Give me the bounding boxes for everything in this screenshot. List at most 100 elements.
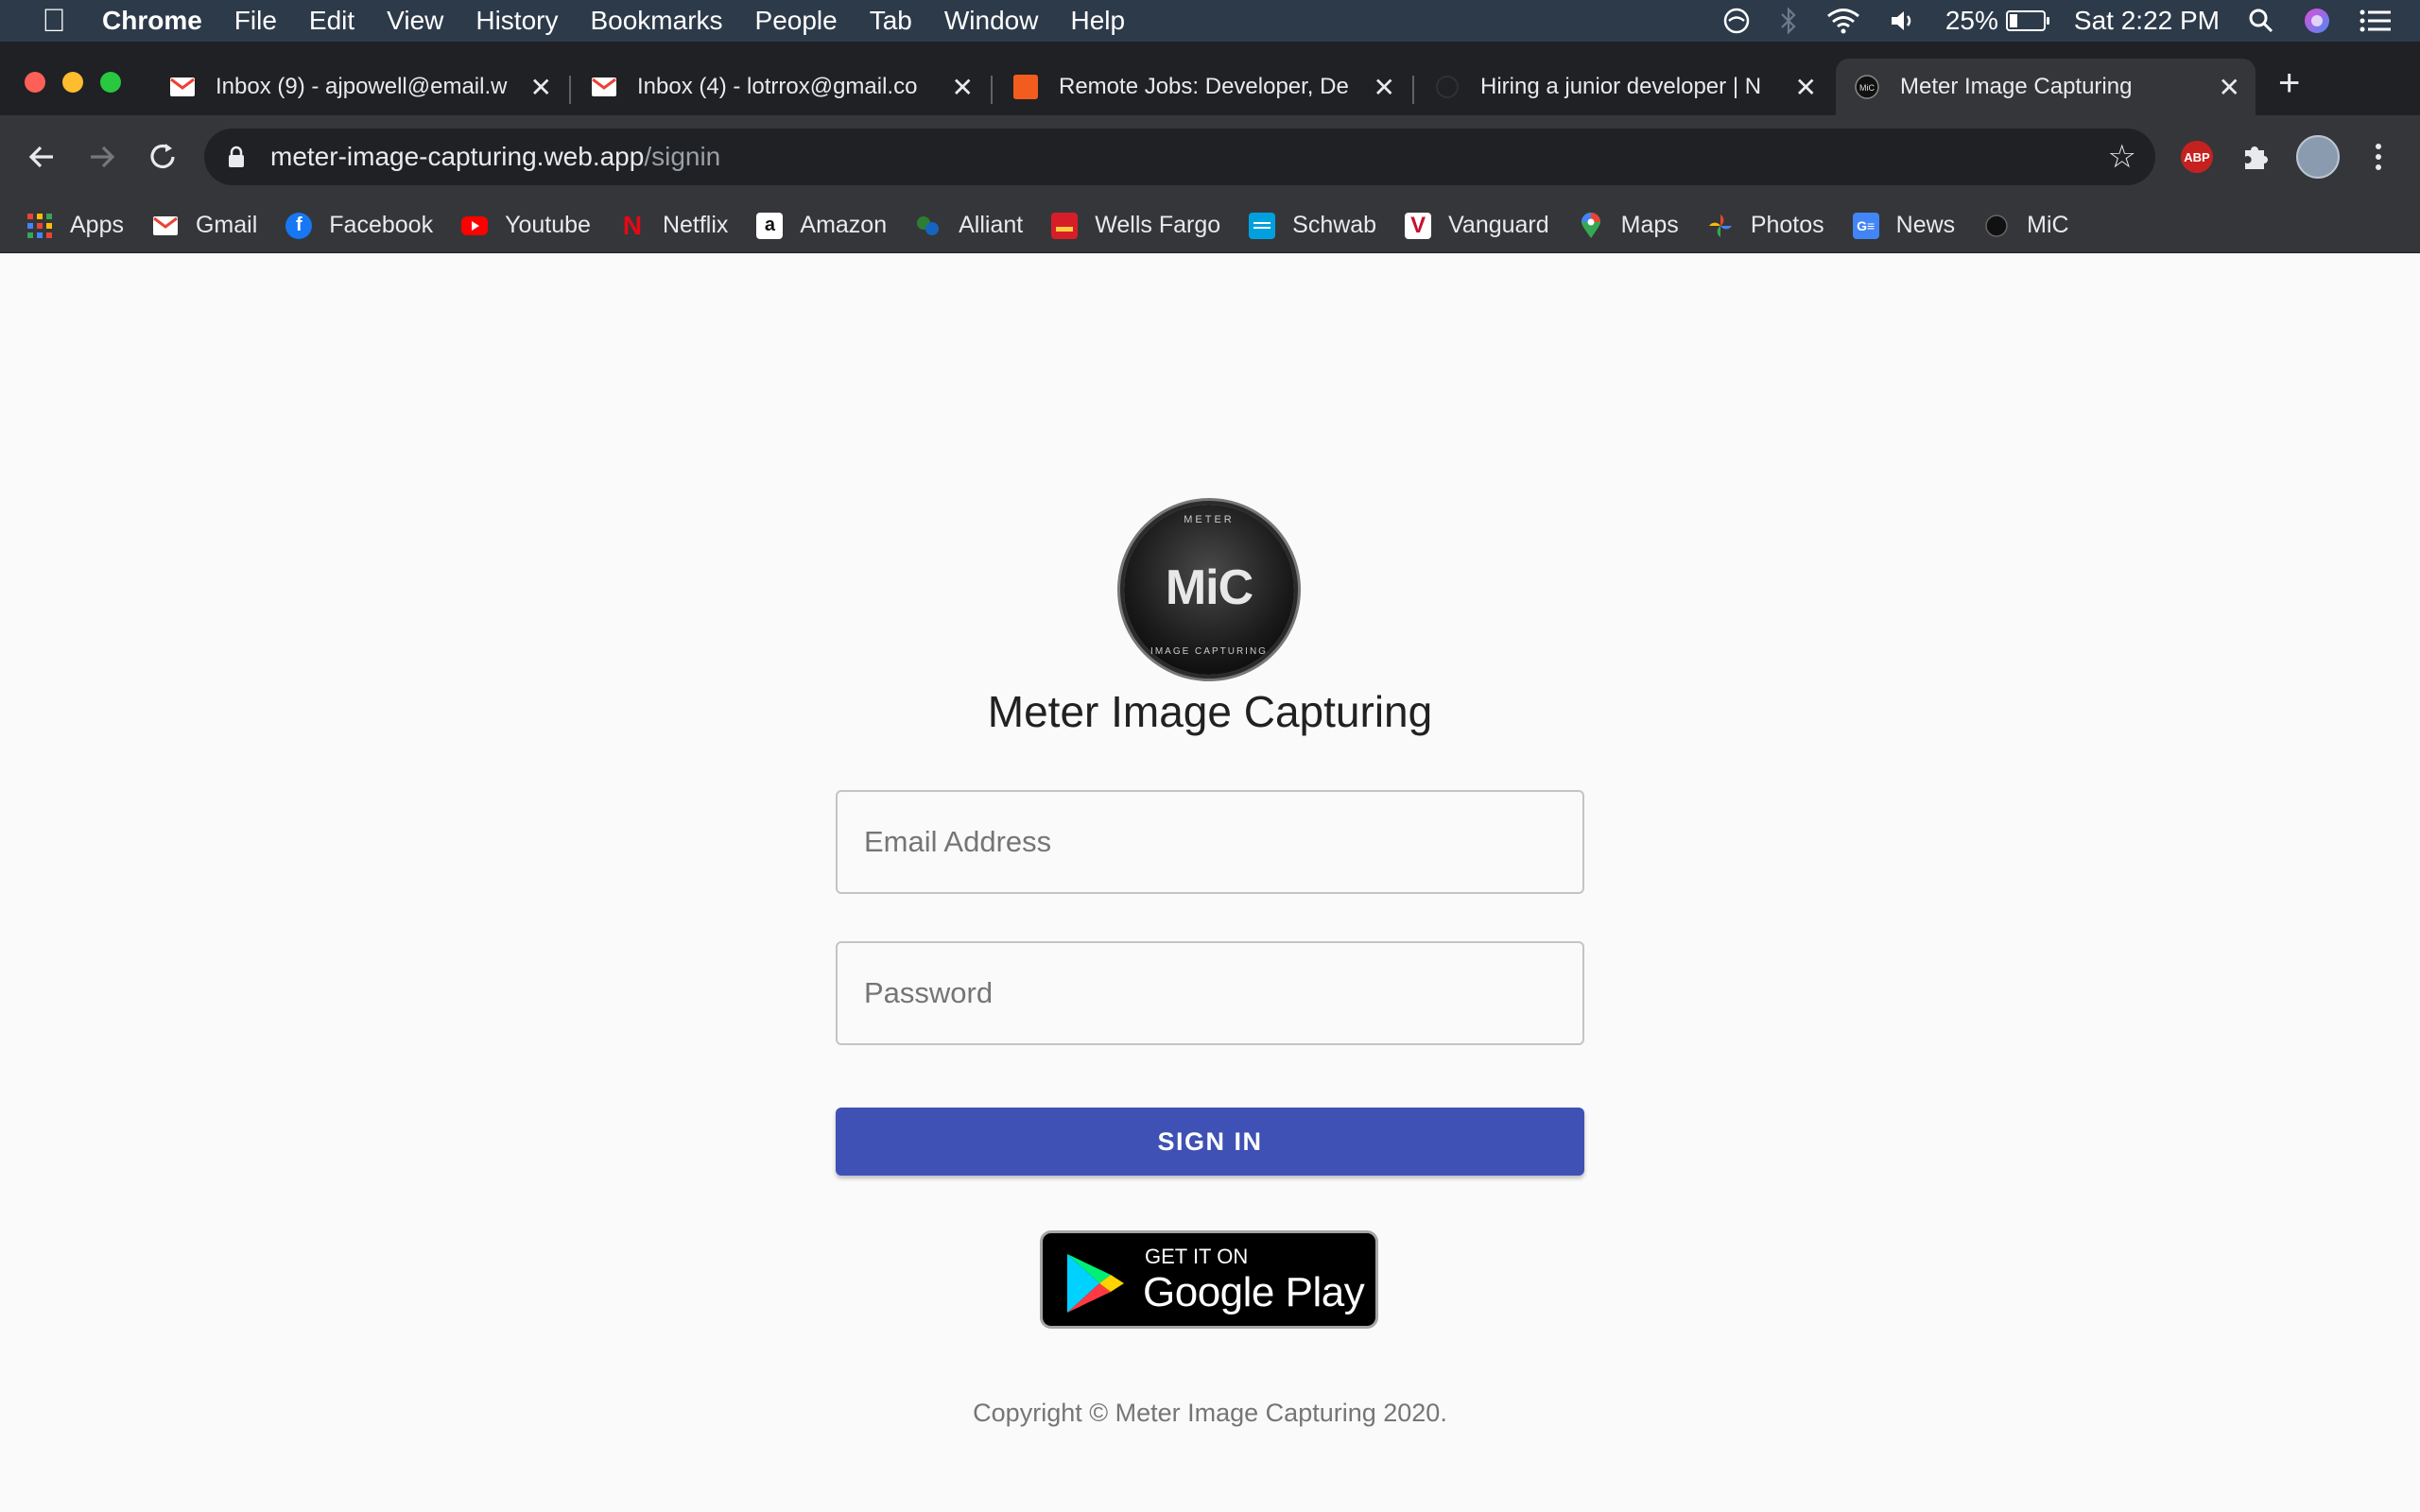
tab-remote-jobs[interactable]: Remote Jobs: Developer, De ✕ xyxy=(994,59,1410,115)
battery-percent: 25% xyxy=(1945,6,1998,35)
bookmark-youtube[interactable]: Youtube xyxy=(461,212,591,239)
bookmark-label: Netflix xyxy=(662,212,729,238)
volume-icon[interactable] xyxy=(1889,8,1917,34)
hiring-icon xyxy=(1435,75,1460,99)
extensions-button[interactable] xyxy=(2227,129,2284,185)
bookmark-facebook[interactable]: f Facebook xyxy=(285,212,433,239)
bookmark-star-icon[interactable]: ☆ xyxy=(2108,138,2136,176)
netflix-icon: N xyxy=(622,210,643,240)
password-field[interactable] xyxy=(836,941,1584,1045)
forward-button[interactable] xyxy=(74,129,130,185)
bookmark-gmail[interactable]: Gmail xyxy=(152,212,257,239)
gmail-icon xyxy=(592,75,616,99)
menu-history[interactable]: History xyxy=(475,6,558,36)
tab-title: Remote Jobs: Developer, De xyxy=(1059,74,1349,99)
new-tab-button[interactable]: + xyxy=(2278,62,2300,105)
tab-close-icon[interactable]: ✕ xyxy=(1795,72,1817,103)
menu-tab[interactable]: Tab xyxy=(870,6,912,36)
menu-people[interactable]: People xyxy=(755,6,838,36)
bookmark-maps[interactable]: Maps xyxy=(1578,212,1679,239)
tab-hiring-junior-developer[interactable]: Hiring a junior developer | N ✕ xyxy=(1416,59,1832,115)
tab-separator xyxy=(569,76,571,104)
tab-close-icon[interactable]: ✕ xyxy=(530,72,552,103)
logo-ring-top-text: METER xyxy=(1184,514,1235,525)
battery-status[interactable]: 25% xyxy=(1945,6,2049,36)
sync-status-icon[interactable] xyxy=(1722,7,1751,35)
bookmark-label: Facebook xyxy=(329,212,434,238)
battery-icon xyxy=(2005,10,2049,31)
wifi-icon[interactable] xyxy=(1826,8,1860,34)
bookmark-schwab[interactable]: Schwab xyxy=(1249,212,1376,239)
url-host: meter-image-capturing.web.app xyxy=(270,142,645,171)
bookmark-label: Maps xyxy=(1620,212,1679,238)
menu-window[interactable]: Window xyxy=(944,6,1039,36)
bookmark-label: Wells Fargo xyxy=(1095,212,1221,238)
vanguard-icon: V xyxy=(1405,212,1432,239)
sign-in-button[interactable]: SIGN IN xyxy=(836,1108,1584,1176)
menu-app-name[interactable]: Chrome xyxy=(102,6,202,36)
bookmark-mic[interactable]: MiC xyxy=(1983,212,2069,239)
menu-file[interactable]: File xyxy=(234,6,277,36)
bookmark-label: News xyxy=(1895,212,1956,238)
menu-help[interactable]: Help xyxy=(1070,6,1125,36)
bookmark-wells-fargo[interactable]: Wells Fargo xyxy=(1051,212,1220,239)
logo-ring-bottom-text: IMAGE CAPTURING xyxy=(1150,646,1268,657)
notification-center-icon[interactable] xyxy=(2360,9,2392,33)
close-window-button[interactable] xyxy=(25,72,45,93)
bookmark-photos[interactable]: Photos xyxy=(1707,212,1824,239)
logo-text: MiC xyxy=(1165,560,1253,615)
bookmark-label: Photos xyxy=(1750,212,1824,238)
tab-close-icon[interactable]: ✕ xyxy=(2219,72,2240,103)
menu-view[interactable]: View xyxy=(387,6,443,36)
youtube-icon xyxy=(461,213,489,239)
bluetooth-icon[interactable] xyxy=(1779,7,1798,35)
news-icon: G≡ xyxy=(1852,212,1879,239)
spotlight-search-icon[interactable] xyxy=(2248,8,2274,34)
bookmark-alliant[interactable]: Alliant xyxy=(915,212,1023,239)
siri-icon[interactable] xyxy=(2303,7,2331,35)
bookmark-news[interactable]: G≡ News xyxy=(1852,212,1956,239)
svg-text:MiC: MiC xyxy=(1859,83,1875,93)
tab-close-icon[interactable]: ✕ xyxy=(1374,72,1395,103)
alliant-icon xyxy=(915,213,942,239)
back-button[interactable] xyxy=(13,129,70,185)
minimize-window-button[interactable] xyxy=(62,72,83,93)
tab-meter-image-capturing[interactable]: MiC Meter Image Capturing ✕ xyxy=(1836,59,2256,115)
schwab-icon xyxy=(1249,212,1276,239)
lock-icon[interactable] xyxy=(227,146,257,168)
bookmark-apps[interactable]: Apps xyxy=(26,212,124,239)
address-url: meter-image-capturing.web.app/signin xyxy=(270,142,720,172)
tab-inbox-lotrrox[interactable]: Inbox (4) - lotrrox@gmail.co ✕ xyxy=(573,59,989,115)
chrome-menu-button[interactable] xyxy=(2350,129,2407,185)
mic-icon xyxy=(1983,213,2010,239)
profile-button[interactable] xyxy=(2290,129,2346,185)
tab-close-icon[interactable]: ✕ xyxy=(952,72,974,103)
tab-strip: Inbox (9) - ajpowell@email.w ✕ Inbox (4)… xyxy=(0,42,2420,115)
bookmark-amazon[interactable]: a Amazon xyxy=(756,212,887,239)
menu-edit[interactable]: Edit xyxy=(309,6,354,36)
apple-menu-icon[interactable]:  xyxy=(28,3,79,40)
menu-clock[interactable]: Sat 2:22 PM xyxy=(2074,6,2220,36)
copyright-text: Copyright © Meter Image Capturing 2020. xyxy=(973,1399,1447,1427)
address-bar[interactable]: meter-image-capturing.web.app/signin ☆ xyxy=(204,129,2155,185)
adblock-icon: ABP xyxy=(2181,141,2213,173)
email-field[interactable] xyxy=(836,790,1584,894)
macos-menu-bar:  Chrome File Edit View History Bookmark… xyxy=(0,0,2420,42)
google-play-badge[interactable]: GET IT ON Google Play xyxy=(1040,1230,1378,1329)
menu-bookmarks[interactable]: Bookmarks xyxy=(590,6,722,36)
mic-icon: MiC xyxy=(1855,75,1879,99)
back-arrow-icon xyxy=(28,146,53,168)
bookmark-netflix[interactable]: N Netflix xyxy=(619,210,729,240)
wells-fargo-icon xyxy=(1051,212,1079,239)
bookmark-vanguard[interactable]: V Vanguard xyxy=(1405,212,1549,239)
window-controls xyxy=(25,72,121,93)
reload-button[interactable] xyxy=(134,129,191,185)
puzzle-piece-icon xyxy=(2245,146,2268,169)
tab-title: Hiring a junior developer | N xyxy=(1480,74,1762,99)
url-path: /signin xyxy=(644,142,721,171)
adblock-extension-button[interactable]: ABP xyxy=(2169,129,2225,185)
fullscreen-window-button[interactable] xyxy=(100,72,121,93)
bookmark-label: Amazon xyxy=(800,212,888,238)
tab-inbox-ajpowell[interactable]: Inbox (9) - ajpowell@email.w ✕ xyxy=(151,59,567,115)
tab-separator xyxy=(991,76,993,104)
